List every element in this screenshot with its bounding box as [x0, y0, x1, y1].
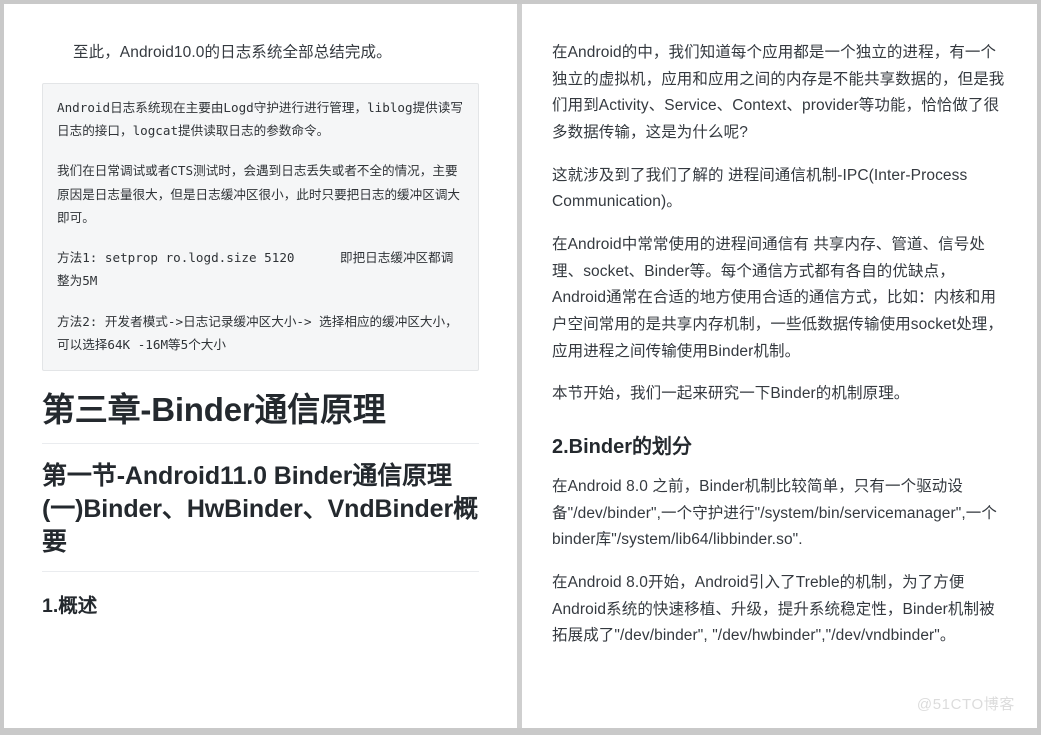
right-paragraph-6: 在Android 8.0开始，Android引入了Treble的机制，为了方便A… [552, 573, 995, 645]
watermark: @51CTO博客 [916, 696, 1015, 713]
right-column: 在Android的中，我们知道每个应用都是一个独立的进程，有一个独立的虚拟机，应… [522, 4, 1037, 728]
code-line-4: 方法2: 开发者模式->日志记录缓冲区大小-> 选择相应的缓冲区大小，可以选择6… [57, 313, 458, 353]
right-paragraph-2: 这就涉及到了我们了解的 进程间通信机制-IPC(Inter-Process Co… [552, 166, 968, 211]
left-column: 至此，Android10.0的日志系统全部总结完成。 Android日志系统现在… [4, 4, 517, 728]
right-paragraph-5: 在Android 8.0 之前，Binder机制比较简单，只有一个驱动设备"/d… [552, 477, 997, 549]
right-paragraph-3: 在Android中常常使用的进程间通信有 共享内存、管道、信号处理、socket… [552, 235, 1003, 360]
chapter-heading: 第三章-Binder通信原理 [42, 389, 479, 444]
code-line-1: Android日志系统现在主要由Logd守护进行进行管理，liblog提供读写日… [57, 99, 463, 138]
intro-paragraph: 至此，Android10.0的日志系统全部总结完成。 [73, 44, 392, 61]
subsection-heading-overview: 1.概述 [42, 595, 98, 618]
code-line-2: 我们在日常调试或者CTS测试时，会遇到日志丢失或者不全的情况，主要原因是日志量很… [57, 163, 460, 225]
document-page: 至此，Android10.0的日志系统全部总结完成。 Android日志系统现在… [4, 4, 1037, 728]
code-line-3: 方法1: setprop ro.logd.size 5120 即把日志缓冲区都调… [57, 250, 454, 289]
right-paragraph-4: 本节开始，我们一起来研究一下Binder的机制原理。 [552, 385, 910, 403]
code-block: Android日志系统现在主要由Logd守护进行进行管理，liblog提供读写日… [42, 82, 479, 372]
right-paragraph-1: 在Android的中，我们知道每个应用都是一个独立的进程，有一个独立的虚拟机，应… [552, 44, 1005, 141]
section-heading: 第一节-Android11.0 Binder通信原理(一)Binder、HwBi… [42, 460, 479, 573]
two-column-layout: 至此，Android10.0的日志系统全部总结完成。 Android日志系统现在… [4, 4, 1037, 728]
subsection-heading-binder-division: 2.Binder的划分 [552, 435, 693, 458]
